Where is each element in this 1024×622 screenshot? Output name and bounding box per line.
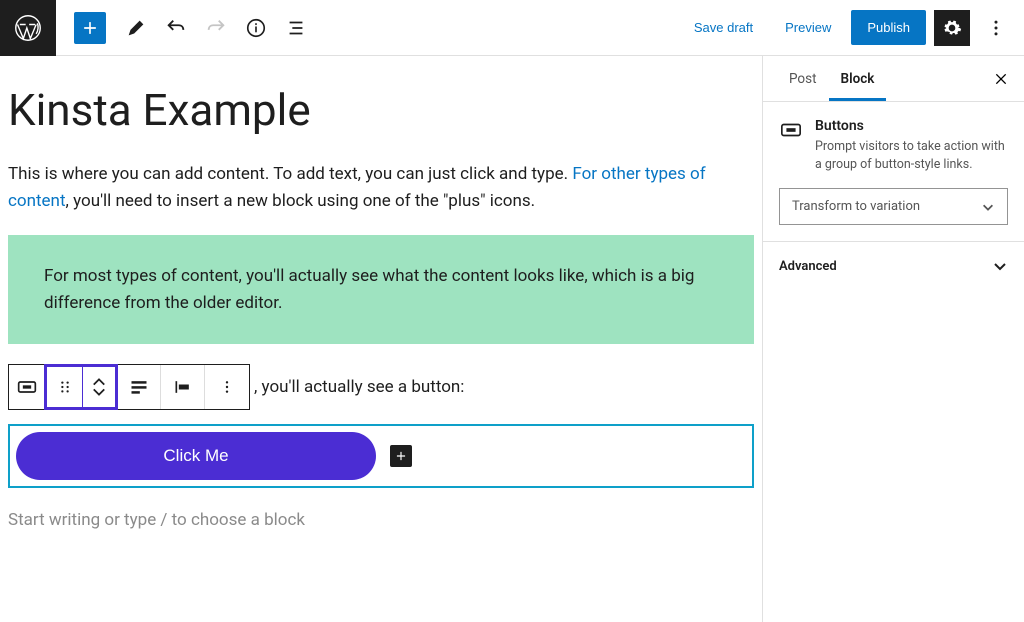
advanced-panel-toggle[interactable]: Advanced xyxy=(763,242,1024,290)
info-button[interactable] xyxy=(238,10,274,46)
tab-block[interactable]: Block xyxy=(829,57,887,101)
block-move-controls xyxy=(44,364,118,410)
post-title[interactable]: Kinsta Example xyxy=(8,84,754,161)
chevron-down-icon xyxy=(992,258,1008,274)
intro-paragraph[interactable]: This is where you can add content. To ad… xyxy=(8,161,754,215)
block-toolbar xyxy=(8,364,250,410)
advanced-label: Advanced xyxy=(779,259,837,274)
wordpress-logo[interactable] xyxy=(0,0,56,56)
settings-button[interactable] xyxy=(934,10,970,46)
toolbar-right-group: Save draft Preview Publish xyxy=(682,10,1024,46)
sidebar-tabs: Post Block xyxy=(763,56,1024,102)
add-button-inline[interactable] xyxy=(390,445,412,467)
chevron-down-icon xyxy=(981,200,995,214)
block-mover xyxy=(83,367,115,407)
sidebar-close-button[interactable] xyxy=(986,64,1016,94)
block-name: Buttons xyxy=(815,118,1008,134)
editor-canvas[interactable]: Kinsta Example This is where you can add… xyxy=(0,56,762,622)
transform-label: Transform to variation xyxy=(792,199,920,214)
more-options-button[interactable] xyxy=(978,10,1014,46)
outline-button[interactable] xyxy=(278,10,314,46)
publish-button[interactable]: Publish xyxy=(851,10,926,45)
intro-text-before: This is where you can add content. To ad… xyxy=(8,164,572,184)
toolbar-line-text: , you'll actually see a button: xyxy=(254,377,464,397)
edit-mode-icon[interactable] xyxy=(118,10,154,46)
callout-block[interactable]: For most types of content, you'll actual… xyxy=(8,235,754,344)
button-block[interactable]: Click Me xyxy=(16,432,376,480)
move-up-icon[interactable] xyxy=(92,377,106,387)
transform-variation-select[interactable]: Transform to variation xyxy=(779,188,1008,225)
toolbar-left-group xyxy=(56,10,314,46)
block-description: Prompt visitors to take action with a gr… xyxy=(815,138,1008,174)
save-draft-button[interactable]: Save draft xyxy=(682,12,765,43)
drag-handle-icon[interactable] xyxy=(47,367,83,407)
move-down-icon[interactable] xyxy=(92,387,106,397)
redo-button[interactable] xyxy=(198,10,234,46)
tab-post[interactable]: Post xyxy=(777,57,829,101)
preview-button[interactable]: Preview xyxy=(773,12,843,43)
buttons-block-icon xyxy=(779,118,803,142)
intro-text-after: , you'll need to insert a new block usin… xyxy=(66,191,536,211)
justify-button[interactable] xyxy=(117,365,161,409)
block-more-button[interactable] xyxy=(205,365,249,409)
editor-topbar: Save draft Preview Publish xyxy=(0,0,1024,56)
block-type-icon[interactable] xyxy=(9,365,45,409)
add-block-button[interactable] xyxy=(74,12,106,44)
block-info-section: Buttons Prompt visitors to take action w… xyxy=(763,102,1024,242)
undo-button[interactable] xyxy=(158,10,194,46)
align-button[interactable] xyxy=(161,365,205,409)
empty-block-placeholder[interactable]: Start writing or type / to choose a bloc… xyxy=(8,510,754,530)
settings-sidebar: Post Block Buttons Prompt visitors to ta… xyxy=(762,56,1024,622)
buttons-block-selected[interactable]: Click Me xyxy=(8,424,754,488)
